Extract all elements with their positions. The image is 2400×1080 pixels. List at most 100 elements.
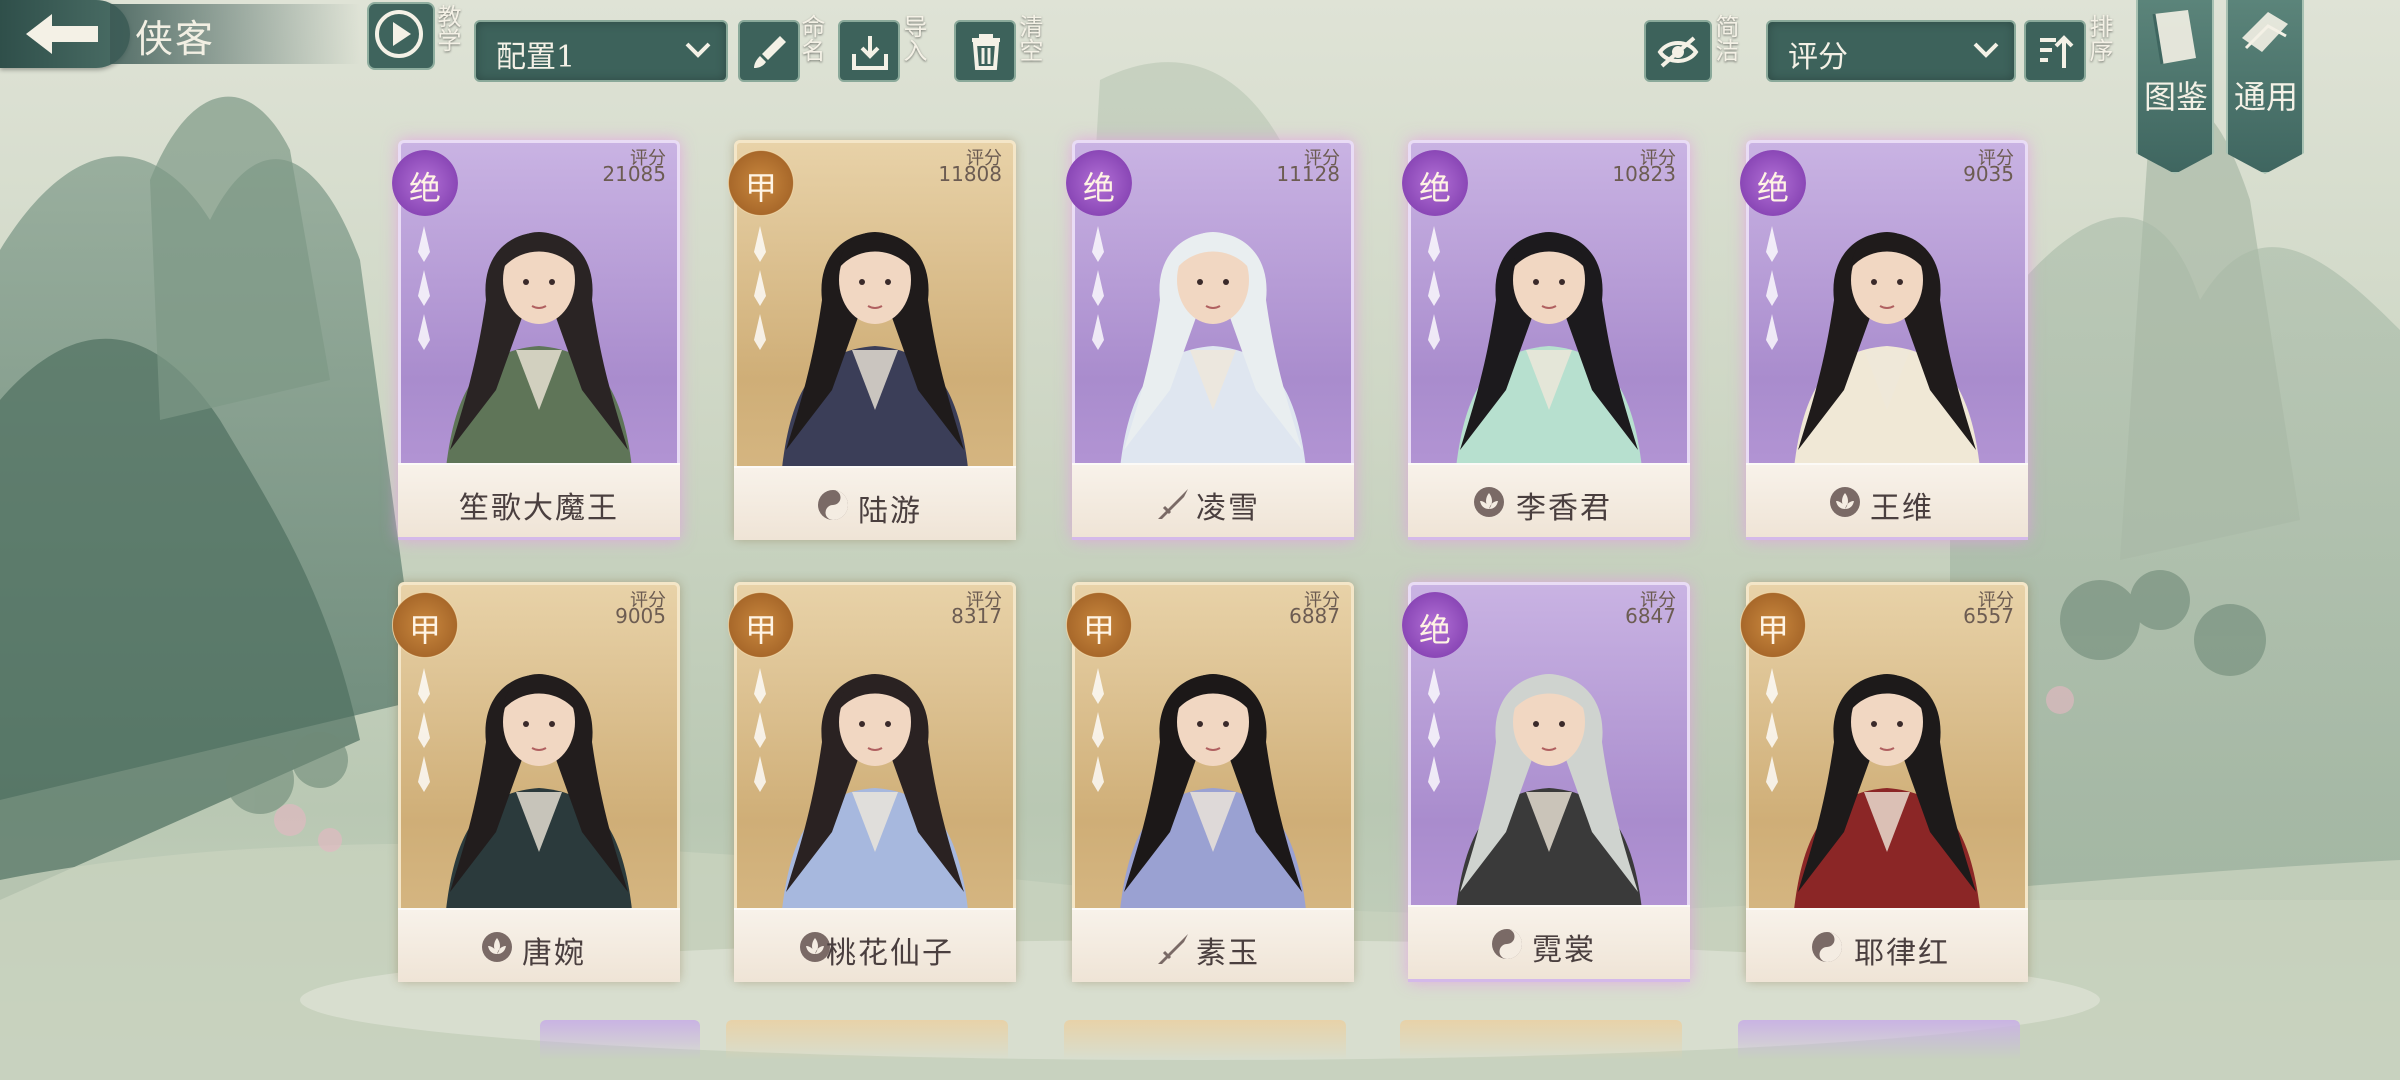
hero-card[interactable]: 绝评分 6847 霓裳 <box>1402 582 1690 982</box>
general-label: 通用 <box>2234 78 2299 116</box>
dagger-icon <box>754 668 766 792</box>
rank-label: 甲 <box>744 169 777 207</box>
import-label: 导入 <box>899 14 927 62</box>
rank-label: 绝 <box>408 169 441 207</box>
rank-label: 绝 <box>1082 169 1115 207</box>
hero-name: 桃花仙子 <box>826 936 954 971</box>
score-value: 10823 <box>1612 162 1676 186</box>
book-icon <box>2152 10 2196 65</box>
trash-icon <box>972 34 1000 70</box>
rank-label: 甲 <box>744 611 777 649</box>
general-tab[interactable]: 通用 <box>2226 0 2304 174</box>
rank-badge: 甲 <box>728 150 794 216</box>
tutorial-label: 教学 <box>433 4 461 52</box>
rename-button[interactable] <box>738 20 800 82</box>
next-row-card-peek <box>540 1020 700 1060</box>
score-value: 21085 <box>602 162 666 186</box>
rank-badge: 甲 <box>728 592 794 658</box>
hero-card[interactable]: 绝评分 11128 凌雪 <box>1066 140 1354 540</box>
next-row-card-peek <box>726 1020 1008 1060</box>
rank-badge: 绝 <box>392 150 458 216</box>
sort-dropdown-value: 评分 <box>1788 40 1848 75</box>
card-namebar: 素玉 <box>1072 908 1354 982</box>
rank-badge: 绝 <box>1402 592 1468 658</box>
chevron-down-icon <box>1973 42 1999 58</box>
hero-name: 唐婉 <box>522 936 586 971</box>
score-value: 9005 <box>615 604 666 628</box>
dagger-icon <box>1428 668 1440 792</box>
rank-label: 甲 <box>1756 611 1789 649</box>
card-namebar: 陆游 <box>734 466 1016 540</box>
rank-badge: 甲 <box>1066 592 1132 658</box>
next-row-card-peek <box>1064 1020 1346 1060</box>
hero-card[interactable]: 绝评分 21085 笙歌大魔王 <box>392 140 680 540</box>
hero-name: 耶律红 <box>1854 936 1950 971</box>
next-row-card-peek <box>1400 1020 1682 1060</box>
hero-card[interactable]: 绝评分 9035 王维 <box>1740 140 2028 540</box>
dagger-icon <box>1428 226 1440 350</box>
rank-badge: 绝 <box>1740 150 1806 216</box>
card-namebar: 笙歌大魔王 <box>398 463 680 540</box>
hero-card[interactable]: 甲评分 6887 素玉 <box>1066 582 1354 982</box>
hero-name: 笙歌大魔王 <box>459 491 619 526</box>
rank-label: 绝 <box>1756 169 1789 207</box>
eye-hidden-icon <box>1657 36 1699 68</box>
rank-badge: 甲 <box>392 592 458 658</box>
score-value: 11128 <box>1276 162 1340 186</box>
hero-card[interactable]: 甲评分 9005 唐婉 <box>392 582 680 982</box>
tutorial-button[interactable] <box>367 2 435 70</box>
sort-label: 排序 <box>2085 14 2113 62</box>
hero-name: 凌雪 <box>1196 491 1260 526</box>
next-row-card-peek <box>1738 1020 2020 1060</box>
dagger-icon <box>754 226 766 350</box>
score-value: 6887 <box>1289 604 1340 628</box>
rank-label: 甲 <box>408 611 441 649</box>
sort-order-button[interactable] <box>2024 20 2086 82</box>
score-value: 6847 <box>1625 604 1676 628</box>
hero-name: 王维 <box>1870 491 1934 526</box>
codex-label: 图鉴 <box>2144 78 2209 116</box>
hero-card[interactable]: 甲评分 6557 耶律红 <box>1740 582 2028 982</box>
hero-card[interactable]: 绝评分 10823 李香君 <box>1402 140 1690 540</box>
card-namebar: 唐婉 <box>398 908 680 982</box>
chevron-down-icon <box>685 42 711 58</box>
hero-name: 素玉 <box>1196 936 1260 971</box>
score-value: 9035 <box>1963 162 2014 186</box>
card-namebar: 李香君 <box>1408 463 1690 540</box>
back-arrow-icon <box>26 14 98 54</box>
dagger-icon <box>1092 668 1104 792</box>
sort-icon <box>2040 35 2074 68</box>
rank-badge: 甲 <box>1740 592 1806 658</box>
import-icon <box>852 36 888 70</box>
page-title: 侠客 <box>135 17 216 61</box>
concise-label: 简洁 <box>1711 14 1739 62</box>
dagger-icon <box>1766 226 1778 350</box>
hero-name: 陆游 <box>858 494 922 529</box>
scroll-icon <box>2242 12 2288 52</box>
dagger-icon <box>1092 226 1104 350</box>
import-button[interactable] <box>838 20 900 82</box>
score-value: 11808 <box>938 162 1002 186</box>
card-namebar: 霓裳 <box>1408 905 1690 982</box>
score-value: 6557 <box>1963 604 2014 628</box>
codex-tab[interactable]: 图鉴 <box>2136 0 2214 174</box>
hero-name: 霓裳 <box>1532 933 1596 968</box>
config-dropdown[interactable]: 配置1 <box>474 20 728 82</box>
rank-label: 甲 <box>1082 611 1115 649</box>
dagger-icon <box>1766 668 1778 792</box>
concise-toggle-button[interactable] <box>1644 20 1712 82</box>
play-icon <box>375 10 423 58</box>
card-namebar: 桃花仙子 <box>734 908 1016 982</box>
card-namebar: 凌雪 <box>1072 463 1354 540</box>
top-bar: 侠客 教学 配置1 命名 导入 清空 简洁 评分 排序 图鉴 通用 <box>0 0 2400 174</box>
hero-card[interactable]: 甲评分 11808 陆游 <box>728 140 1016 540</box>
hero-card[interactable]: 甲评分 8317 桃花仙子 <box>728 582 1016 982</box>
card-namebar: 耶律红 <box>1746 908 2028 982</box>
dagger-icon <box>418 668 430 792</box>
config-dropdown-value: 配置1 <box>496 40 576 75</box>
card-namebar: 王维 <box>1746 463 2028 540</box>
dagger-icon <box>418 226 430 350</box>
rank-badge: 绝 <box>1066 150 1132 216</box>
sort-dropdown[interactable]: 评分 <box>1766 20 2016 82</box>
clear-button[interactable] <box>954 20 1016 82</box>
